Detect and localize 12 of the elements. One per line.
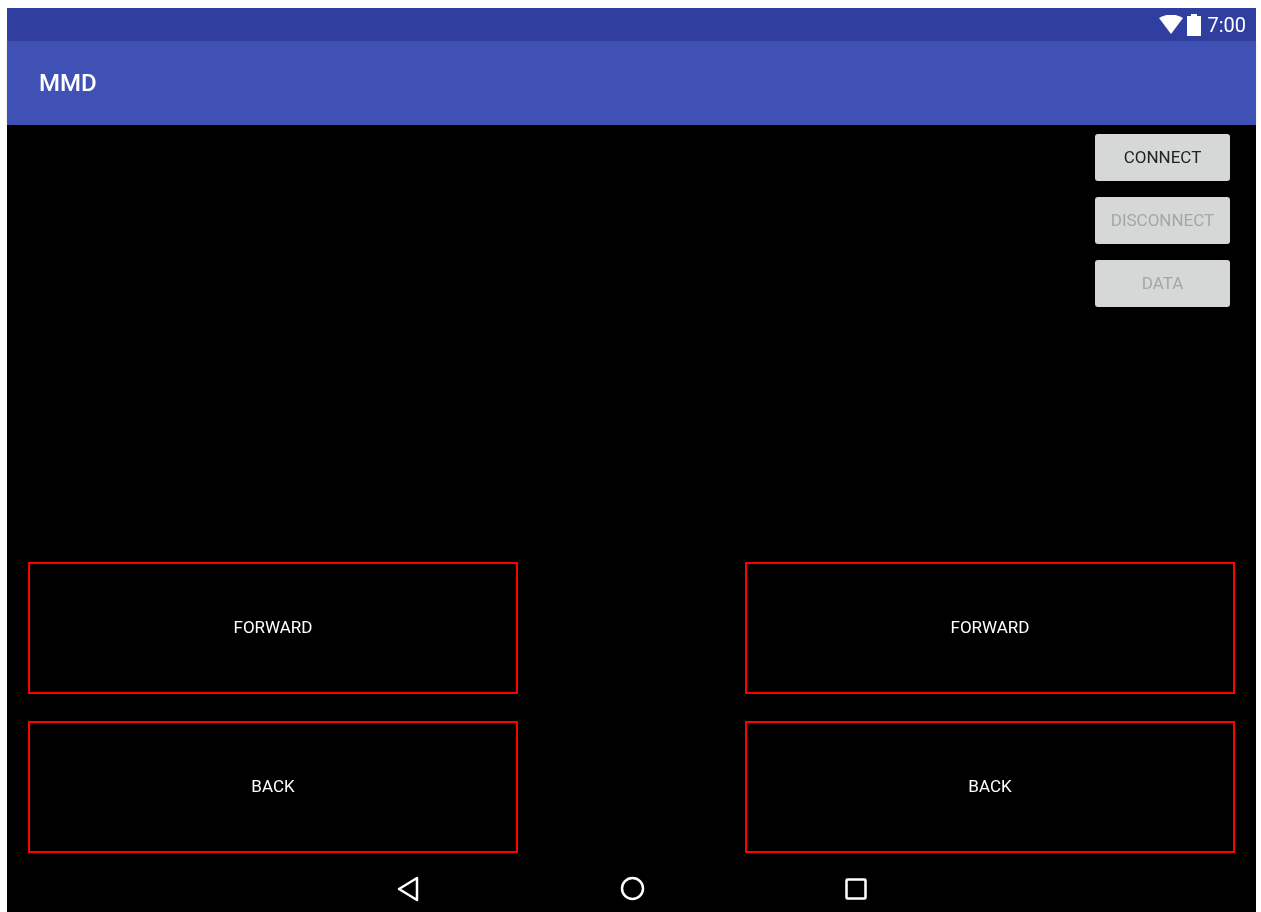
control-button[interactable]: BACK xyxy=(28,721,518,853)
home-icon[interactable] xyxy=(620,876,645,901)
action-button[interactable]: CONNECT xyxy=(1095,134,1230,181)
control-button[interactable]: FORWARD xyxy=(745,562,1235,694)
battery-icon xyxy=(1187,13,1202,36)
recents-icon[interactable] xyxy=(845,877,867,900)
status-time: 7:00 xyxy=(1207,11,1246,39)
back-icon[interactable] xyxy=(396,875,420,902)
control-button[interactable]: BACK xyxy=(745,721,1235,853)
app-title: MMD xyxy=(39,68,97,99)
wifi-icon xyxy=(1159,14,1184,35)
control-button[interactable]: FORWARD xyxy=(28,562,518,694)
